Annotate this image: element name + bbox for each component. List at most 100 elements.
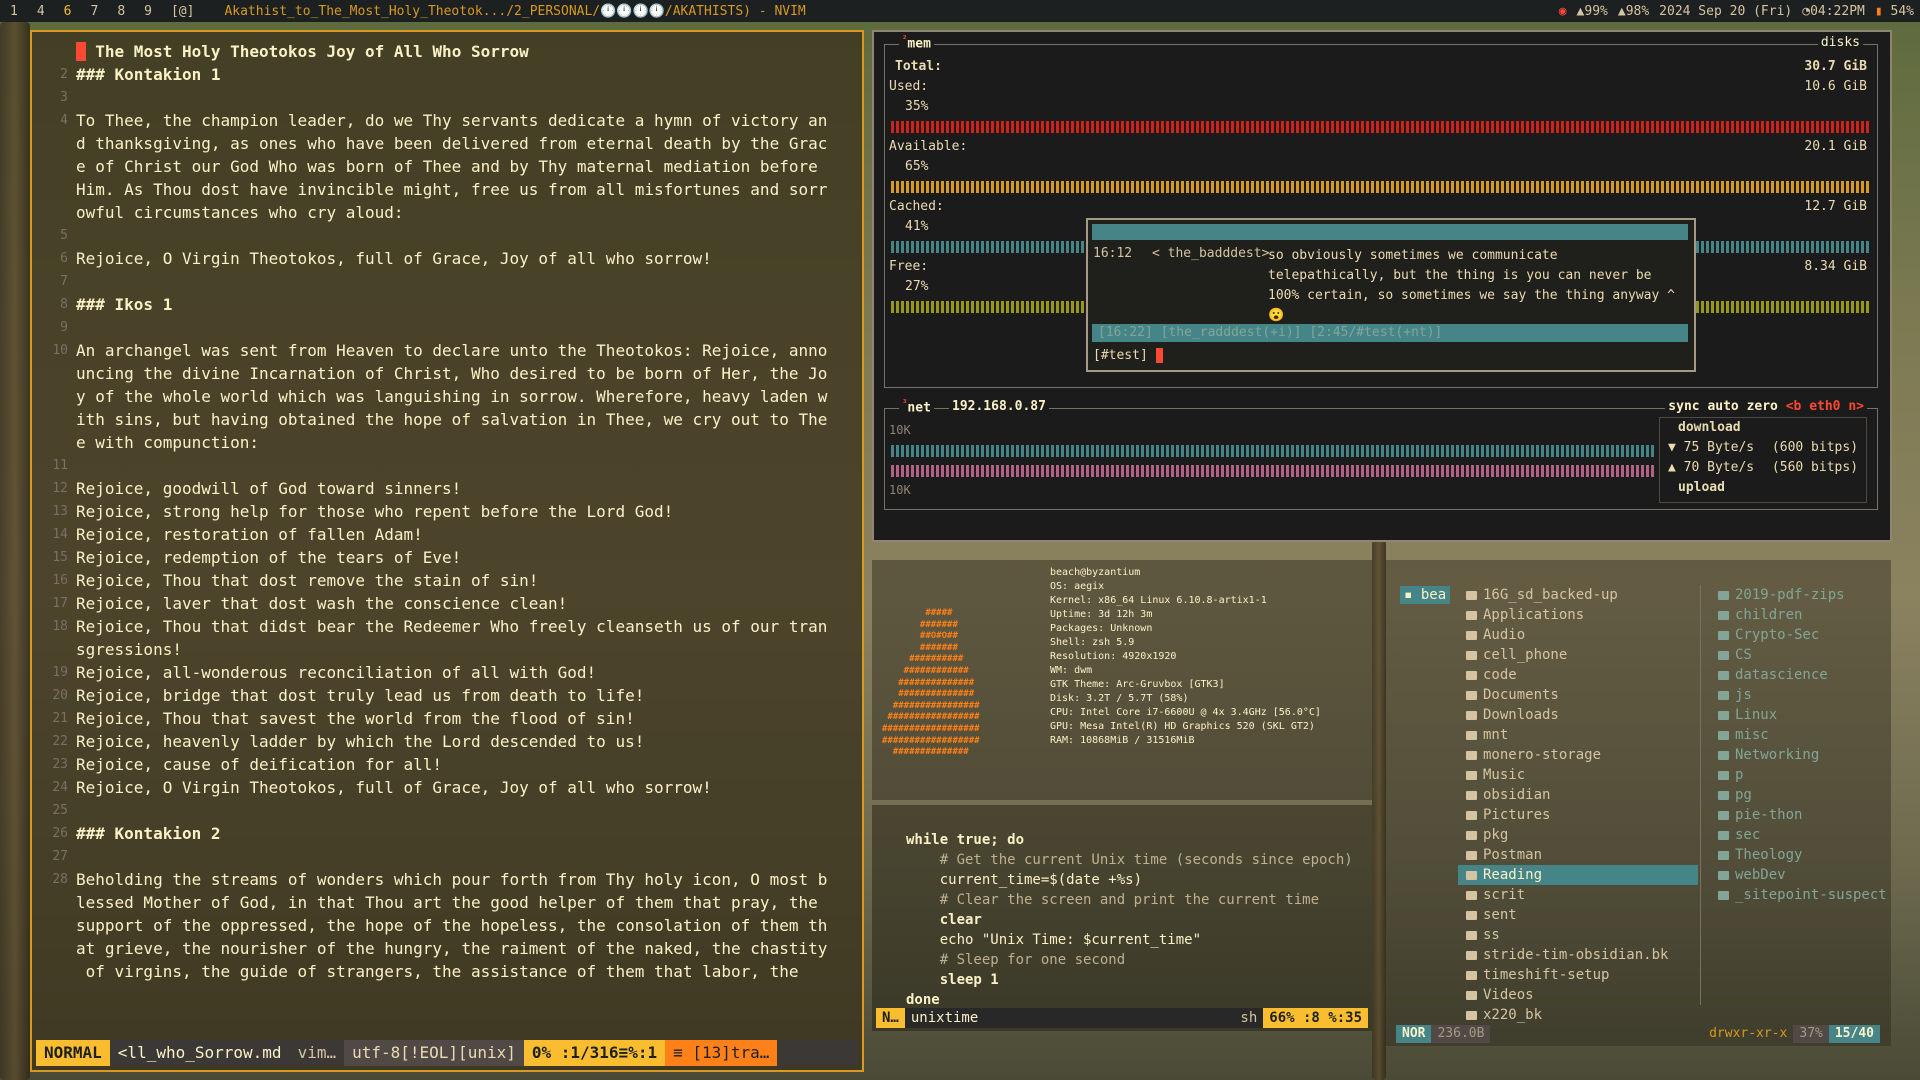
- workspace-9[interactable]: 9: [134, 4, 161, 19]
- directory-entry[interactable]: scrit: [1458, 885, 1698, 905]
- irc-popup-window[interactable]: 16:12 < the_badddest> so obviously somet…: [1086, 218, 1696, 372]
- editor-line[interactable]: 16 Rejoice, Thou that dost remove the sta…: [32, 569, 862, 592]
- editor-line[interactable]: ith sins, but having obtained the hope o…: [32, 408, 862, 431]
- layout-indicator[interactable]: [@]: [161, 4, 204, 19]
- editor-line[interactable]: 25: [32, 799, 862, 822]
- directory-entry[interactable]: Applications: [1458, 605, 1698, 625]
- editor-line[interactable]: # The Most Holy Theotokos Joy of All Who…: [32, 40, 862, 63]
- directory-entry[interactable]: pie-thon: [1710, 805, 1890, 825]
- editor-line[interactable]: 17 Rejoice, laver that dost wash the cons…: [32, 592, 862, 615]
- net-opt-zero[interactable]: zero: [1747, 399, 1778, 414]
- preview-dir-list[interactable]: 2019-pdf-zips children Crypto-Sec CS datasci…: [1710, 585, 1890, 905]
- editor-line[interactable]: e of Christ our God Who was born of Thee…: [32, 155, 862, 178]
- editor-line[interactable]: owful circumstances who cry aloud:: [32, 201, 862, 224]
- directory-entry[interactable]: Linux: [1710, 705, 1890, 725]
- current-dir-list[interactable]: 16G_sd_backed-up Applications Audio cell_ph…: [1458, 585, 1698, 1025]
- directory-entry[interactable]: datascience: [1710, 665, 1890, 685]
- script-buffer[interactable]: while true; do # Get the current Unix ti…: [906, 830, 1353, 1010]
- editor-line[interactable]: 11: [32, 454, 862, 477]
- editor-line[interactable]: 10 An archangel was sent from Heaven to d…: [32, 339, 862, 362]
- editor-line[interactable]: 27: [32, 845, 862, 868]
- editor-line[interactable]: lessed Mother of God, in that Thou art t…: [32, 891, 862, 914]
- directory-entry[interactable]: Pictures: [1458, 805, 1698, 825]
- net-opt-sync[interactable]: sync: [1668, 399, 1699, 414]
- editor-line[interactable]: 6 Rejoice, O Virgin Theotokos, full of Gr…: [32, 247, 862, 270]
- directory-entry[interactable]: Documents: [1458, 685, 1698, 705]
- directory-entry[interactable]: Crypto-Sec: [1710, 625, 1890, 645]
- editor-line[interactable]: 12 Rejoice, goodwill of God toward sinner…: [32, 477, 862, 500]
- directory-entry[interactable]: pkg: [1458, 825, 1698, 845]
- editor-line[interactable]: 14 Rejoice, restoration of fallen Adam!: [32, 523, 862, 546]
- editor-line[interactable]: 15 Rejoice, redemption of the tears of Ev…: [32, 546, 862, 569]
- directory-entry[interactable]: cell_phone: [1458, 645, 1698, 665]
- directory-entry[interactable]: Audio: [1458, 625, 1698, 645]
- directory-entry[interactable]: Networking: [1710, 745, 1890, 765]
- directory-entry[interactable]: pg: [1710, 785, 1890, 805]
- directory-entry[interactable]: stride-tim-obsidian.bk: [1458, 945, 1698, 965]
- editor-line[interactable]: e with compunction:: [32, 431, 862, 454]
- editor-line[interactable]: 26 ### Kontakion 2: [32, 822, 862, 845]
- editor-line[interactable]: 4 To Thee, the champion leader, do we Thy…: [32, 109, 862, 132]
- editor-line[interactable]: 21 Rejoice, Thou that savest the world fr…: [32, 707, 862, 730]
- editor-line[interactable]: uncing the divine Incarnation of Christ,…: [32, 362, 862, 385]
- directory-entry[interactable]: Theology: [1710, 845, 1890, 865]
- net-opt-iface[interactable]: <b eth0 n>: [1786, 399, 1864, 414]
- directory-entry[interactable]: js: [1710, 685, 1890, 705]
- directory-entry[interactable]: Music: [1458, 765, 1698, 785]
- directory-entry[interactable]: children: [1710, 605, 1890, 625]
- editor-line[interactable]: 22 Rejoice, heavenly ladder by which the …: [32, 730, 862, 753]
- directory-entry[interactable]: code: [1458, 665, 1698, 685]
- workspace-7[interactable]: 7: [80, 4, 107, 19]
- directory-entry[interactable]: _sitepoint-suspect: [1710, 885, 1890, 905]
- editor-buffer[interactable]: # The Most Holy Theotokos Joy of All Who…: [32, 40, 862, 983]
- directory-entry[interactable]: Reading: [1458, 865, 1698, 885]
- directory-entry[interactable]: obsidian: [1458, 785, 1698, 805]
- editor-line[interactable]: 20 Rejoice, bridge that dost truly lead u…: [32, 684, 862, 707]
- directory-entry[interactable]: mnt: [1458, 725, 1698, 745]
- directory-entry[interactable]: ss: [1458, 925, 1698, 945]
- directory-entry[interactable]: webDev: [1710, 865, 1890, 885]
- editor-line[interactable]: 13 Rejoice, strong help for those who rep…: [32, 500, 862, 523]
- editor-line[interactable]: y of the whole world which was languishi…: [32, 385, 862, 408]
- directory-entry[interactable]: sent: [1458, 905, 1698, 925]
- editor-line[interactable]: of virgins, the guide of strangers, the …: [32, 960, 862, 983]
- directory-entry[interactable]: Downloads: [1458, 705, 1698, 725]
- editor-line[interactable]: d thanksgiving, as ones who have been de…: [32, 132, 862, 155]
- workspace-4[interactable]: 4: [27, 4, 54, 19]
- directory-entry[interactable]: monero-storage: [1458, 745, 1698, 765]
- editor-line[interactable]: 2 ### Kontakion 1: [32, 63, 862, 86]
- directory-entry[interactable]: sec: [1710, 825, 1890, 845]
- directory-entry[interactable]: 16G_sd_backed-up: [1458, 585, 1698, 605]
- editor-line[interactable]: 24 Rejoice, O Virgin Theotokos, full of G…: [32, 776, 862, 799]
- directory-entry[interactable]: x220_bk: [1458, 1005, 1698, 1025]
- editor-line[interactable]: 8 ### Ikos 1: [32, 293, 862, 316]
- directory-entry[interactable]: p: [1710, 765, 1890, 785]
- editor-line[interactable]: 19 Rejoice, all-wonderous reconciliation …: [32, 661, 862, 684]
- editor-line[interactable]: 7: [32, 270, 862, 293]
- screenfetch-window[interactable]: ##### ####### ##O#O## ####### ##########…: [872, 560, 1372, 800]
- editor-line[interactable]: 18 Rejoice, Thou that didst bear the Rede…: [32, 615, 862, 638]
- net-options[interactable]: sync auto zero <b eth0 n>: [1665, 399, 1867, 414]
- editor-line[interactable]: Him. As Thou dost have invincible might,…: [32, 178, 862, 201]
- directory-entry[interactable]: misc: [1710, 725, 1890, 745]
- net-opt-auto[interactable]: auto: [1707, 399, 1738, 414]
- directory-entry[interactable]: CS: [1710, 645, 1890, 665]
- file-manager-window[interactable]: ▪ bea 16G_sd_backed-up Applications Audio c…: [1386, 560, 1891, 1046]
- directory-entry[interactable]: 2019-pdf-zips: [1710, 585, 1890, 605]
- editor-line[interactable]: 23 Rejoice, cause of deification for all!: [32, 753, 862, 776]
- editor-line[interactable]: at grieve, the nourisher of the hungry, …: [32, 937, 862, 960]
- editor-line[interactable]: 9: [32, 316, 862, 339]
- directory-entry[interactable]: Postman: [1458, 845, 1698, 865]
- script-editor-window[interactable]: while true; do # Get the current Unix ti…: [872, 805, 1372, 1031]
- editor-line[interactable]: sgressions!: [32, 638, 862, 661]
- workspace-6[interactable]: 6: [54, 4, 81, 19]
- parent-dir[interactable]: ▪ bea: [1400, 586, 1450, 604]
- irc-input[interactable]: [#test] |: [1093, 348, 1164, 363]
- editor-line[interactable]: support of the oppressed, the hope of th…: [32, 914, 862, 937]
- directory-entry[interactable]: timeshift-setup: [1458, 965, 1698, 985]
- nvim-window[interactable]: # The Most Holy Theotokos Joy of All Who…: [30, 30, 864, 1072]
- editor-line[interactable]: 5: [32, 224, 862, 247]
- editor-line[interactable]: 3: [32, 86, 862, 109]
- workspace-8[interactable]: 8: [107, 4, 134, 19]
- editor-line[interactable]: 28 Beholding the streams of wonders which…: [32, 868, 862, 891]
